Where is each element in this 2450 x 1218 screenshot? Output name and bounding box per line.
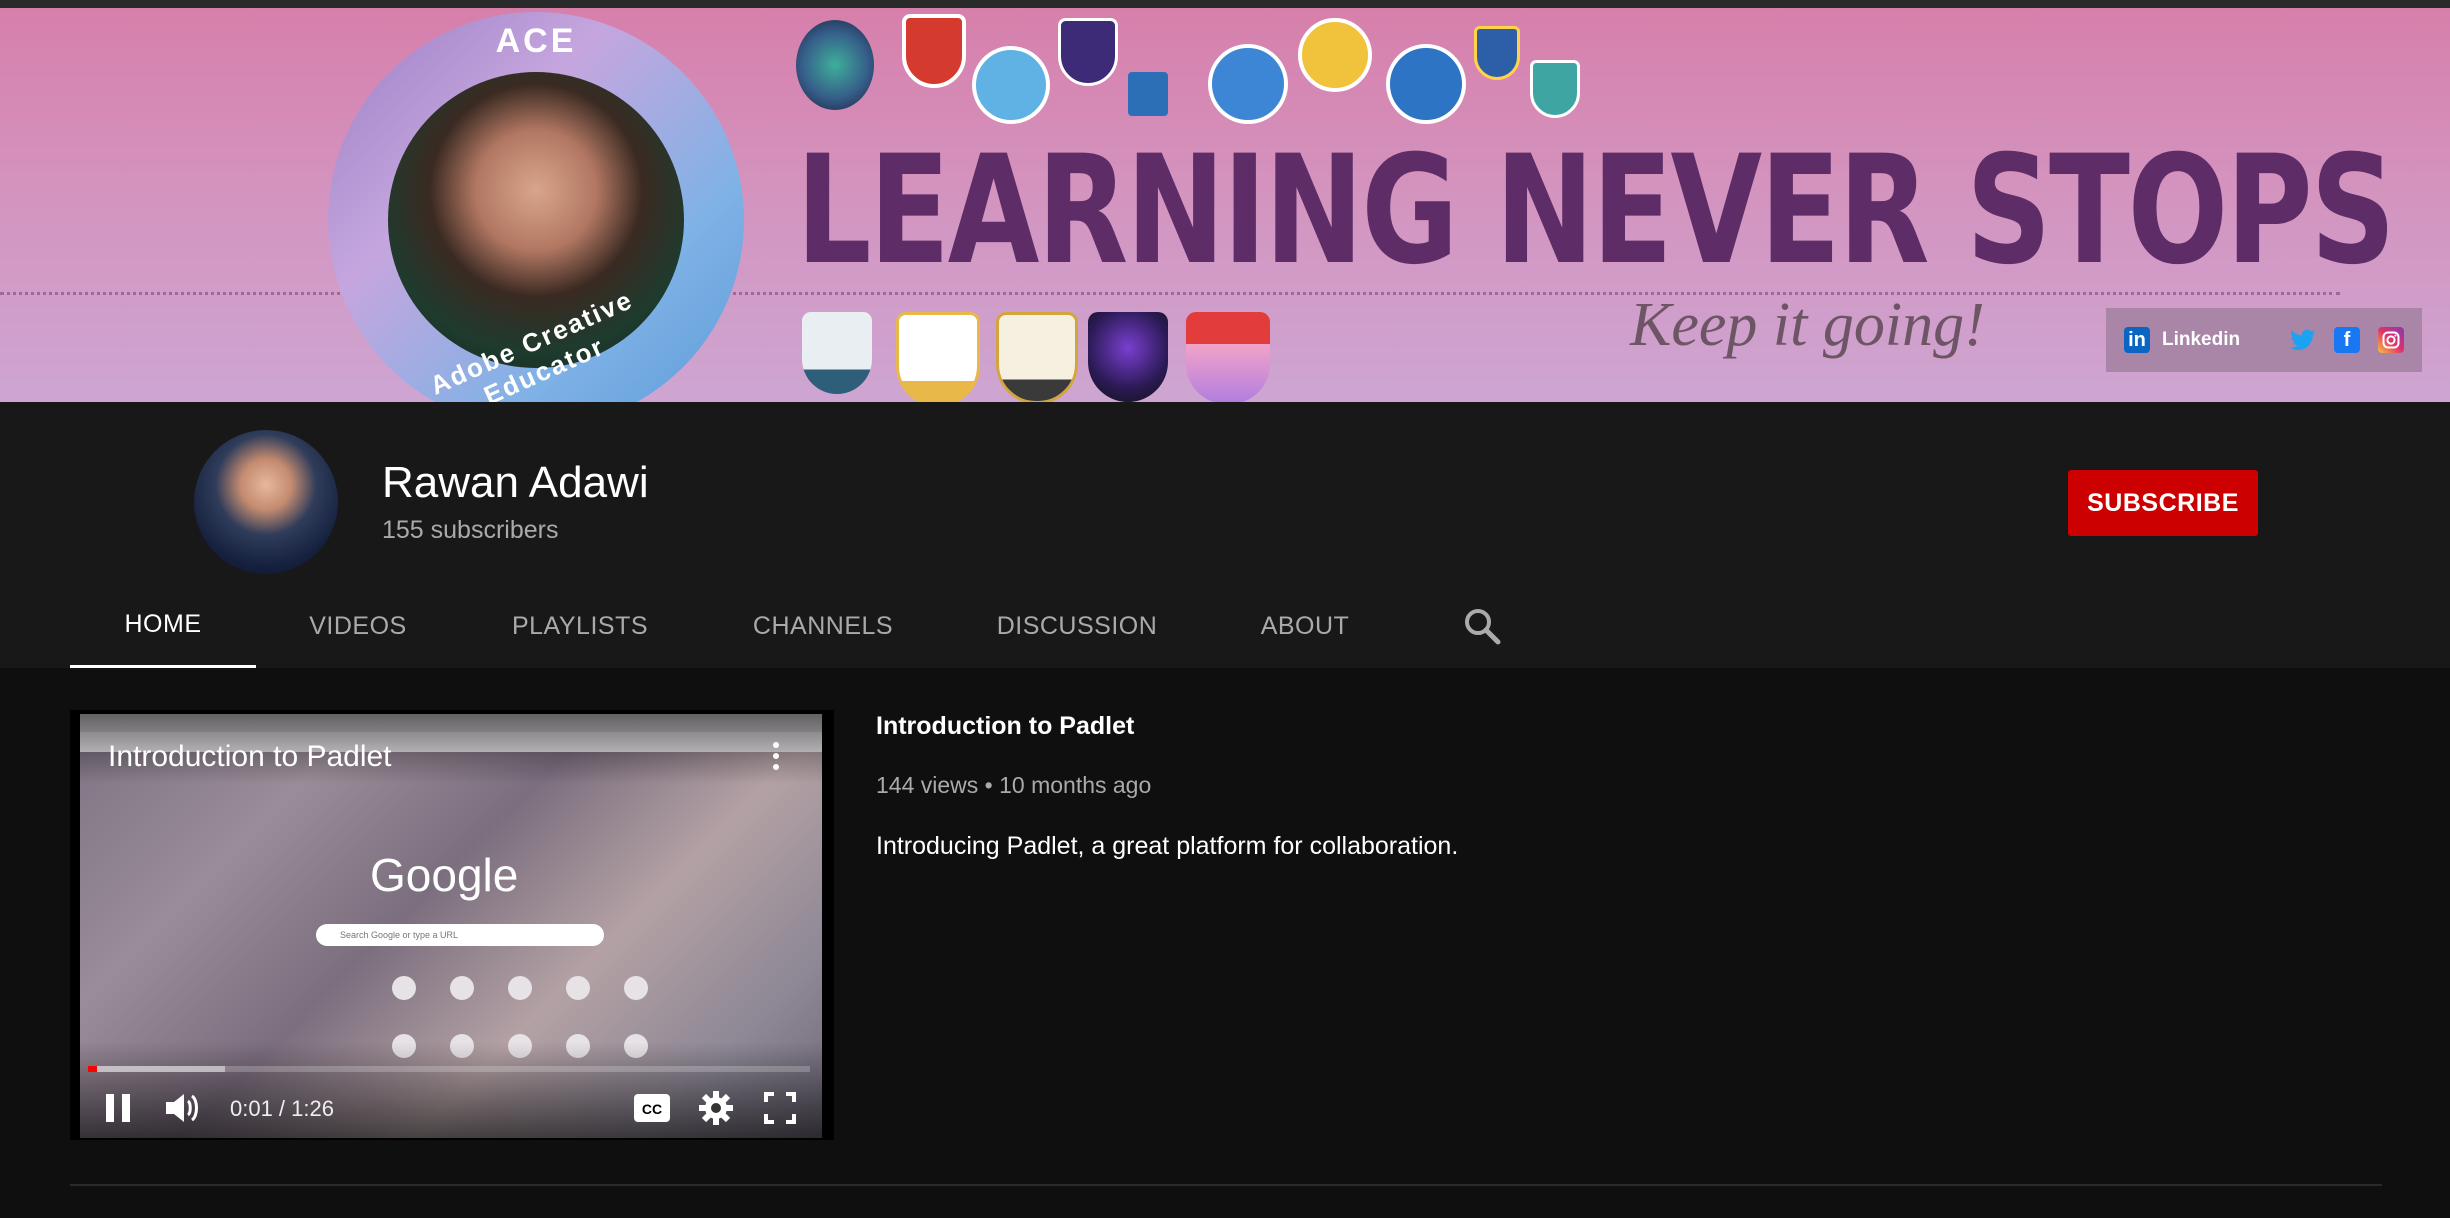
google-logo: Google — [370, 849, 519, 901]
ace-badge: ACE Adobe Creative Educator — [328, 12, 744, 402]
fullscreen-icon[interactable] — [760, 1088, 800, 1128]
shortcut-tile-icon — [392, 976, 416, 1000]
featured-video-title[interactable]: Introduction to Padlet — [876, 712, 1134, 741]
facebook-icon[interactable]: f — [2334, 327, 2360, 353]
instagram-icon[interactable] — [2378, 327, 2404, 353]
mie-expert-2020-badge-icon — [996, 312, 1078, 402]
classroom-badge-icon — [1208, 44, 1288, 124]
volume-icon[interactable] — [162, 1088, 202, 1128]
video-frame: Google Search Google or type a URL Intro… — [80, 714, 822, 1138]
captions-icon[interactable]: CC — [632, 1090, 672, 1126]
progress-played — [88, 1066, 97, 1072]
svg-text:CC: CC — [642, 1101, 662, 1117]
pause-icon[interactable] — [98, 1088, 138, 1128]
mie-expert-2019-badge-icon — [896, 312, 980, 402]
twitter-icon[interactable] — [2290, 327, 2316, 353]
shortcut-tile-icon — [566, 976, 590, 1000]
banner-headline: LEARNING NEVER STOPS — [796, 124, 2396, 298]
featured-video-meta: 144 views • 10 months ago — [876, 772, 1152, 798]
banner-tagline: Keep it going! — [1630, 291, 1985, 359]
channel-banner: ACE Adobe Creative Educator LEARNING NEV… — [0, 8, 2450, 402]
mentor-badge-icon — [1298, 18, 1372, 92]
channel-name: Rawan Adawi — [382, 458, 649, 507]
iste-u-badge-icon — [1128, 72, 1168, 116]
featured-video-player[interactable]: Google Search Google or type a URL Intro… — [70, 710, 834, 1140]
settings-gear-icon[interactable] — [696, 1088, 736, 1128]
laptop-badge-icon — [1386, 44, 1466, 124]
tab-discussion[interactable]: DISCUSSION — [992, 584, 1162, 668]
linkedin-icon[interactable]: in — [2124, 327, 2150, 353]
channel-search-icon[interactable] — [1460, 604, 1504, 648]
section-divider — [70, 1184, 2382, 1186]
subscribe-button[interactable]: SUBSCRIBE — [2068, 470, 2258, 536]
student-voice-badge-icon — [796, 20, 874, 110]
window-top-strip — [0, 0, 2450, 8]
microsoft-trainer-badge-icon — [1058, 18, 1118, 86]
subscriber-count: 155 subscribers — [382, 516, 559, 544]
more-options-icon[interactable] — [770, 742, 782, 778]
tab-videos[interactable]: VIDEOS — [294, 584, 422, 668]
featured-video-description: Introducing Padlet, a great platform for… — [876, 832, 1459, 860]
player-time: 0:01 / 1:26 — [230, 1096, 334, 1121]
mie-badge-icon — [802, 312, 872, 394]
video-progress-bar[interactable] — [88, 1066, 810, 1072]
adobe-creative-educator-badge-icon — [1186, 312, 1270, 402]
shortcut-tile-icon — [450, 976, 474, 1000]
tab-playlists[interactable]: PLAYLISTS — [500, 584, 660, 668]
tab-about[interactable]: ABOUT — [1250, 584, 1360, 668]
social-links: in Linkedin f — [2106, 308, 2422, 372]
microsoft-brain-badge-icon — [1530, 60, 1580, 118]
channel-tabs: HOME VIDEOS PLAYLISTS CHANNELS DISCUSSIO… — [0, 584, 2450, 668]
microsoft-people-badge-icon — [1474, 26, 1520, 80]
tab-home[interactable]: HOME — [70, 584, 256, 668]
shortcut-tile-icon — [624, 976, 648, 1000]
linkedin-link[interactable]: Linkedin — [2162, 329, 2240, 351]
search-coach-badge-icon — [972, 46, 1050, 124]
shortcut-tile-icon — [508, 976, 532, 1000]
microsoft-badge-icon — [902, 14, 966, 88]
ace-badge-title: ACE — [495, 22, 577, 60]
player-video-title[interactable]: Introduction to Padlet — [108, 740, 392, 774]
progress-buffered — [88, 1066, 226, 1072]
google-search-box: Search Google or type a URL — [316, 924, 604, 946]
certified-educator-badge-icon — [1088, 312, 1168, 402]
tab-channels[interactable]: CHANNELS — [744, 584, 902, 668]
channel-avatar[interactable] — [194, 430, 338, 574]
